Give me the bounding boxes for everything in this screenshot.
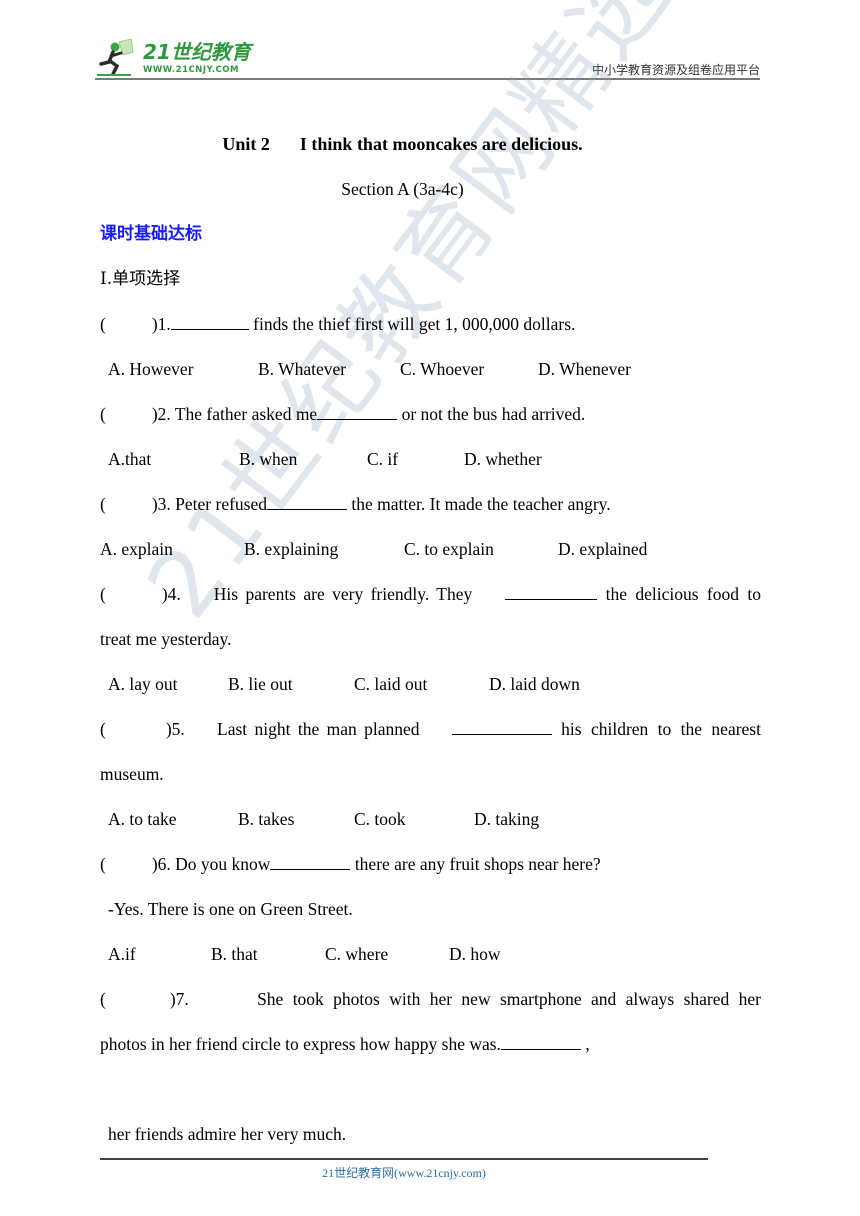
option-a[interactable]: A. to take (108, 808, 238, 830)
answer-paren-open: ( (100, 404, 106, 424)
option-d[interactable]: D. laid down (489, 673, 580, 695)
answer-blank[interactable] (170, 313, 249, 330)
question-number: )7. (169, 989, 189, 1009)
answer-paren-open: ( (100, 314, 106, 334)
question-1: ( )1. finds the thief first will get 1, 0… (100, 313, 761, 335)
question-text: finds the thief first will get 1, 000,00… (248, 314, 576, 334)
answer-blank[interactable] (270, 853, 351, 870)
option-a[interactable]: A. explain (100, 538, 244, 560)
answer-blank[interactable] (505, 583, 598, 600)
option-a[interactable]: A.that (108, 448, 239, 470)
answer-blank[interactable] (317, 403, 398, 420)
answer-blank[interactable] (267, 493, 347, 510)
question-number: )1. (151, 314, 171, 334)
option-c[interactable]: C. laid out (354, 673, 489, 695)
question-3: ( )3. Peter refused the matter. It made t… (100, 493, 761, 515)
option-c[interactable]: C. Whoever (400, 358, 538, 380)
question-6-options: A.if B. that C. where D. how (108, 943, 769, 965)
question-text: , (580, 1034, 590, 1054)
option-c[interactable]: C. if (367, 448, 464, 470)
question-7-line-2: photos in her friend circle to express h… (100, 1033, 761, 1055)
question-5: ( )5. Last night the man planned his chil… (100, 718, 761, 740)
answer-paren-open: ( (100, 494, 106, 514)
question-text: She took photos with her new smartphone … (257, 989, 761, 1009)
question-text-before: His parents are very friendly. They (213, 584, 473, 604)
question-text: there are any fruit shops near here? (350, 854, 601, 874)
question-5-continuation: museum. (100, 764, 164, 784)
section-subtitle: Section A (3a-4c) (341, 179, 464, 199)
unit-title: Unit 2 I think that mooncakes are delicio… (100, 133, 705, 155)
question-3-options: A. explain B. explaining C. to explain D. e… (100, 538, 761, 560)
page-header: 21世纪教育 WWW.21CNJY.COM 中小学教育资源及组卷应用平台 (95, 34, 760, 80)
part-heading: I.单项选择 (100, 269, 181, 289)
answer-paren-open: ( (100, 989, 106, 1009)
question-text-before: photos in her friend circle to express h… (100, 1034, 501, 1054)
option-d[interactable]: D. taking (474, 808, 539, 830)
site-logo[interactable]: 21世纪教育 WWW.21CNJY.COM (95, 34, 265, 78)
option-b[interactable]: B. Whatever (258, 358, 400, 380)
question-2-options: A.that B. when C. if D. whether (108, 448, 769, 470)
option-d[interactable]: D. Whenever (538, 358, 631, 380)
option-a[interactable]: A.if (108, 943, 211, 965)
answer-blank[interactable] (500, 1033, 581, 1050)
question-text: or not the bus had arrived. (397, 404, 586, 424)
question-number: )3. (151, 494, 171, 514)
question-number: )4. (161, 584, 181, 604)
option-d[interactable]: D. how (449, 943, 501, 965)
question-4-continuation: treat me yesterday. (100, 629, 232, 649)
question-6: ( )6. Do you know there are any fruit sho… (100, 853, 761, 875)
question-text-before: Do you know (170, 854, 271, 874)
unit-title-text: I think that mooncakes are delicious. (299, 134, 583, 154)
option-b[interactable]: B. lie out (228, 673, 354, 695)
question-text: the matter. It made the teacher angry. (347, 494, 611, 514)
footer-link[interactable]: 21世纪教育网(www.21cnjy.com) (100, 1164, 708, 1181)
question-2: ( )2. The father asked me or not the bus … (100, 403, 761, 425)
unit-number: Unit 2 (222, 134, 270, 154)
header-divider (95, 78, 760, 80)
question-number: )6. (151, 854, 171, 874)
answer-paren-open: ( (100, 584, 106, 604)
question-4-options: A. lay out B. lie out C. laid out D. laid d… (108, 673, 769, 695)
option-b[interactable]: B. takes (238, 808, 354, 830)
option-c[interactable]: C. where (325, 943, 449, 965)
option-c[interactable]: C. took (354, 808, 474, 830)
answer-paren-open: ( (100, 854, 106, 874)
answer-paren-open: ( (100, 719, 106, 739)
footer-divider (100, 1158, 708, 1160)
option-d[interactable]: D. whether (464, 448, 542, 470)
option-b[interactable]: B. that (211, 943, 325, 965)
option-d[interactable]: D. explained (558, 538, 647, 560)
logo-url: WWW.21CNJY.COM (143, 65, 239, 75)
question-text-before: Last night the man planned (217, 719, 420, 739)
question-5-options: A. to take B. takes C. took D. taking (108, 808, 769, 830)
option-a[interactable]: A. lay out (108, 673, 228, 695)
question-number: )2. (151, 404, 171, 424)
question-7-line-3: her friends admire her very much. (108, 1124, 347, 1144)
question-7: ( )7. She took photos with her new smartp… (100, 988, 761, 1010)
option-b[interactable]: B. explaining (244, 538, 404, 560)
option-a[interactable]: A. However (108, 358, 258, 380)
section-heading: 课时基础达标 (100, 224, 202, 244)
question-text: his children to the nearest (551, 719, 761, 739)
question-text-before: The father asked me (170, 404, 318, 424)
runner-logo-icon (97, 38, 134, 76)
option-c[interactable]: C. to explain (404, 538, 558, 560)
answer-blank[interactable] (451, 718, 552, 735)
option-b[interactable]: B. when (239, 448, 367, 470)
platform-name: 中小学教育资源及组卷应用平台 (591, 63, 760, 77)
question-text: the delicious food to (597, 584, 761, 604)
question-1-options: A. However B. Whatever C. Whoever D. Whenev… (108, 358, 769, 380)
question-4: ( )4. His parents are very friendly. They… (100, 583, 761, 605)
question-6-reply: -Yes. There is one on Green Street. (108, 899, 353, 919)
question-number: )5. (165, 719, 185, 739)
question-text-before: Peter refused (170, 494, 267, 514)
logo-text: 21世纪教育 (143, 40, 251, 64)
